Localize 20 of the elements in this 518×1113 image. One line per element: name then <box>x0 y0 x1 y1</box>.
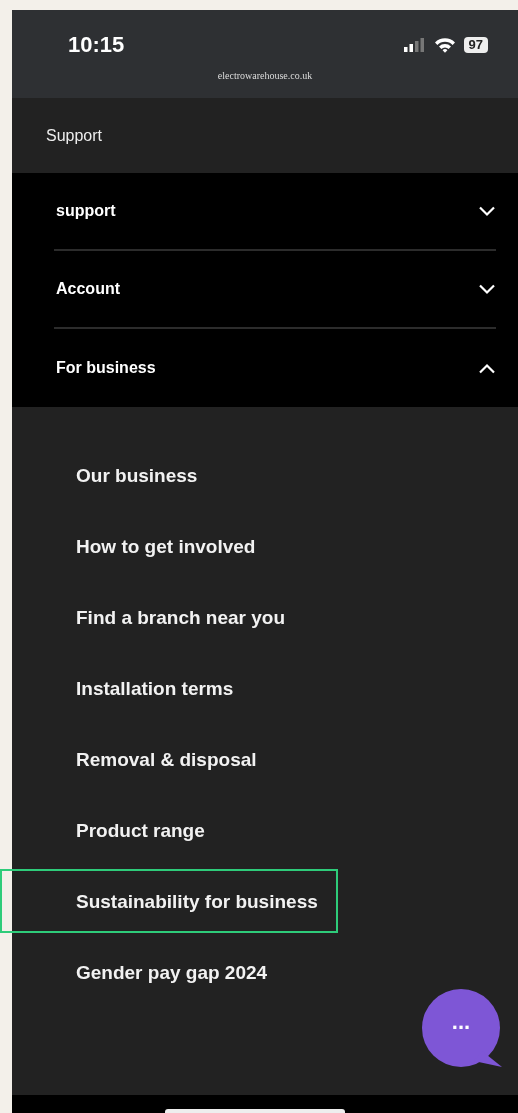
chevron-icon <box>478 205 496 217</box>
submenu-link[interactable]: How to get involved <box>76 535 256 558</box>
accordion-header[interactable]: Account <box>54 251 496 329</box>
submenu-link[interactable]: Removal & disposal <box>76 748 257 771</box>
header-title: Support <box>46 126 103 145</box>
url-text: electrowarehouse.co.uk <box>217 70 313 81</box>
submenu-link[interactable]: Find a branch near you <box>76 606 286 629</box>
accordion-header[interactable]: support <box>54 173 496 251</box>
battery-level: 97 <box>463 37 488 53</box>
submenu-link[interactable]: Sustainability for business <box>76 890 318 913</box>
wifi-icon <box>433 37 456 53</box>
submenu-link[interactable]: Installation terms <box>76 677 234 700</box>
submenu-link[interactable]: Our business <box>76 464 198 487</box>
chevron-icon <box>478 362 496 374</box>
submenu-link[interactable]: Gender pay gap 2024 <box>76 961 268 984</box>
clock-time: 10:15 <box>68 32 125 58</box>
signal-icon <box>403 38 426 52</box>
accordion-header[interactable]: For business <box>54 329 496 407</box>
chevron-icon <box>478 283 496 295</box>
submenu-link[interactable]: Product range <box>76 819 205 842</box>
